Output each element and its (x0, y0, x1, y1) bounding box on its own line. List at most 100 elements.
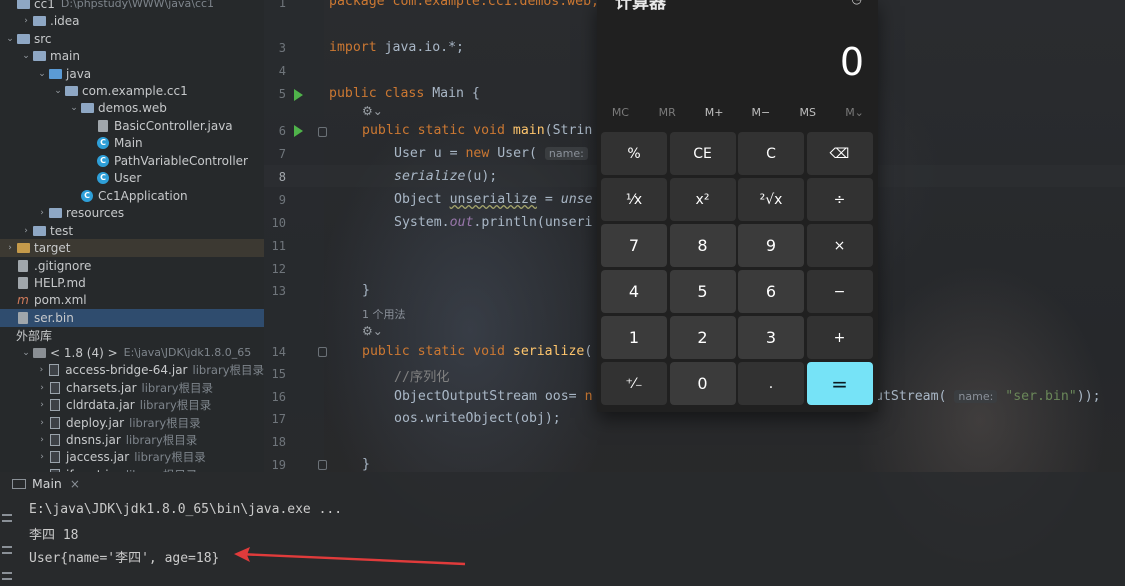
digit-0-button[interactable]: 0 (669, 362, 736, 405)
digit-5-button[interactable]: 5 (669, 270, 736, 313)
memory-store-button[interactable]: MS (786, 106, 830, 126)
fold-icon[interactable] (318, 347, 327, 357)
clear-button[interactable]: C (738, 132, 804, 175)
digit-6-button[interactable]: 6 (738, 270, 804, 313)
square-root-button[interactable]: ²√x (738, 178, 804, 221)
tree-item[interactable]: ⌄ main (0, 47, 264, 65)
tree-item[interactable]: › resources (0, 204, 264, 222)
tree-item[interactable]: C Cc1Application (0, 187, 264, 205)
tree-item[interactable]: ser.bin (0, 309, 264, 327)
ai-assist-icon[interactable]: ⚙⌄ (362, 104, 383, 118)
tree-item[interactable]: .gitignore (0, 257, 264, 275)
chevron-down-icon[interactable]: ⌄ (52, 86, 64, 96)
chevron-right-icon[interactable]: › (4, 243, 16, 253)
tree-item[interactable]: › target (0, 239, 264, 257)
chevron-down-icon[interactable]: ⌄ (68, 103, 80, 113)
line-number: 15 (271, 367, 286, 381)
tree-item[interactable]: C User (0, 170, 264, 188)
usages-hint[interactable]: 1 个用法 (362, 306, 406, 322)
tree-item[interactable]: C Main (0, 135, 264, 153)
tree-item[interactable]: cc1 D:\phpstudy\WWW\java\cc1 (0, 0, 264, 13)
divide-button[interactable]: ÷ (806, 178, 873, 221)
run-class-icon[interactable] (294, 89, 303, 101)
folder-icon (48, 68, 62, 80)
tree-item[interactable]: › charsets.jar library根目录 (0, 379, 264, 397)
code-line-15: //序列化 (394, 366, 449, 385)
tree-item[interactable]: ⌄ java (0, 65, 264, 83)
scroll-icon[interactable] (2, 572, 12, 580)
folder-icon (64, 85, 78, 97)
reciprocal-button[interactable]: ¹⁄x (601, 178, 667, 221)
tree-item[interactable]: › .idea (0, 12, 264, 30)
code-text: User u = (394, 146, 466, 161)
digit-8-button[interactable]: 8 (669, 224, 736, 267)
code-text: oos.writeObject(obj); (394, 411, 561, 426)
chevron-down-icon[interactable]: ⌄ (20, 348, 32, 358)
tree-item[interactable]: ⌄ com.example.cc1 (0, 82, 264, 100)
tree-item[interactable]: 外部库 (0, 327, 264, 345)
chevron-right-icon[interactable]: › (20, 226, 32, 236)
run-tab-main[interactable]: Main × (12, 476, 80, 491)
fold-icon[interactable] (318, 460, 327, 470)
history-icon[interactable]: ◷ (852, 0, 862, 6)
memory-clear-button[interactable]: MC (598, 106, 642, 126)
ai-assist-icon[interactable]: ⚙⌄ (362, 324, 383, 338)
tree-item[interactable]: › deploy.jar library根目录 (0, 414, 264, 432)
tree-item[interactable]: › test (0, 222, 264, 240)
chevron-right-icon[interactable]: › (20, 16, 32, 26)
digit-4-button[interactable]: 4 (601, 270, 667, 313)
chevron-right-icon[interactable]: › (36, 418, 48, 428)
tree-item-label: jaccess.jar (66, 450, 130, 465)
tree-item[interactable]: HELP.md (0, 274, 264, 292)
digit-1-button[interactable]: 1 (601, 316, 667, 359)
multiply-button[interactable]: × (806, 224, 873, 267)
chevron-right-icon[interactable]: › (36, 365, 48, 375)
fold-icon[interactable] (318, 127, 327, 137)
calculator-window[interactable]: 计算器 ◷ 0 MC MR M+ M− MS M⌄ %CEC⌫ ¹⁄xx²²√x÷… (597, 0, 878, 412)
tree-item[interactable]: › cldrdata.jar library根目录 (0, 396, 264, 414)
calculator-title: 计算器 (615, 0, 666, 13)
digit-2-button[interactable]: 2 (669, 316, 736, 359)
subtract-button[interactable]: − (806, 270, 873, 313)
add-button[interactable]: + (806, 316, 873, 359)
tree-item[interactable]: › jaccess.jar library根目录 (0, 449, 264, 467)
run-tabbar: Main × (0, 472, 1125, 498)
decimal-button[interactable]: . (738, 362, 804, 405)
chevron-right-icon[interactable]: › (36, 435, 48, 445)
tree-item-label: resources (66, 206, 125, 221)
chevron-right-icon[interactable]: › (36, 452, 48, 462)
tree-item[interactable]: › access-bridge-64.jar library根目录 (0, 361, 264, 379)
tree-item[interactable]: ⌄ < 1.8 (4) > E:\java\JDK\jdk1.8.0_65 (0, 344, 264, 362)
digit-9-button[interactable]: 9 (738, 224, 804, 267)
percent-button[interactable]: % (601, 132, 667, 175)
run-toolbar (0, 500, 14, 586)
wrap-icon[interactable] (2, 546, 12, 554)
memory-list-button[interactable]: M⌄ (833, 106, 877, 126)
digit-3-button[interactable]: 3 (738, 316, 804, 359)
chevron-right-icon[interactable]: › (36, 383, 48, 393)
chevron-right-icon[interactable]: › (36, 208, 48, 218)
clear-entry-button[interactable]: CE (669, 132, 736, 175)
digit-7-button[interactable]: 7 (601, 224, 667, 267)
square-button[interactable]: x² (669, 178, 736, 221)
backspace-icon[interactable]: ⌫ (806, 132, 873, 175)
rerun-icon[interactable] (2, 514, 12, 522)
tree-item[interactable]: C PathVariableController (0, 152, 264, 170)
close-icon[interactable]: × (70, 477, 80, 491)
equals-button[interactable]: = (806, 362, 873, 405)
memory-add-button[interactable]: M+ (692, 106, 736, 126)
tree-item[interactable]: BasicController.java (0, 117, 264, 135)
run-main-icon[interactable] (294, 125, 303, 137)
tree-item[interactable]: m pom.xml (0, 292, 264, 310)
chevron-down-icon[interactable]: ⌄ (20, 51, 32, 61)
memory-subtract-button[interactable]: M− (739, 106, 783, 126)
tree-item[interactable]: ⌄ src (0, 30, 264, 48)
chevron-right-icon[interactable]: › (36, 400, 48, 410)
chevron-down-icon[interactable]: ⌄ (36, 69, 48, 79)
memory-recall-button[interactable]: MR (645, 106, 689, 126)
tree-item[interactable]: › dnsns.jar library根目录 (0, 431, 264, 449)
tree-item[interactable]: ⌄ demos.web (0, 100, 264, 118)
tree-item-label: target (34, 241, 71, 256)
negate-button[interactable]: ⁺⁄₋ (601, 362, 667, 405)
chevron-down-icon[interactable]: ⌄ (4, 34, 16, 44)
